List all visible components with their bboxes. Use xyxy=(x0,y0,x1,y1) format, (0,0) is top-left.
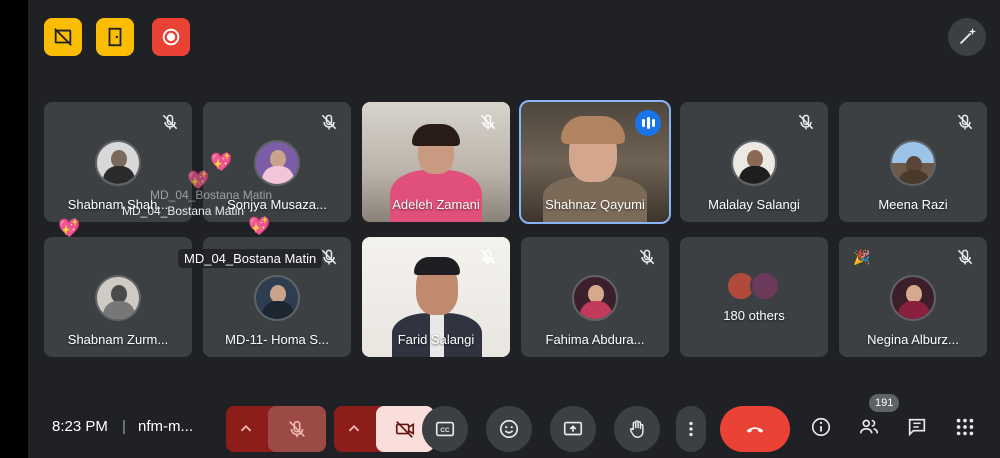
others-avatars xyxy=(726,271,782,301)
participant-tile[interactable]: Shabnam Zurm... xyxy=(44,237,192,357)
chat-button[interactable] xyxy=(902,412,932,442)
participant-tile[interactable]: Meena Razi xyxy=(839,102,987,222)
avatar xyxy=(890,140,936,186)
heart-reaction-icon: 💖 xyxy=(248,216,271,236)
divider: | xyxy=(122,418,126,435)
apps-grid-icon xyxy=(956,418,974,436)
heart-reaction-icon: 💖 xyxy=(58,218,81,238)
bottom-bar: 8:23 PM | nfm-m... CC xyxy=(28,400,1000,458)
participant-tile[interactable]: Malalay Salangi xyxy=(680,102,828,222)
chat-icon xyxy=(908,418,926,437)
camera-control[interactable] xyxy=(334,406,434,452)
closed-captions-icon: CC xyxy=(435,421,455,437)
activities-button[interactable] xyxy=(950,412,980,442)
video-hair xyxy=(414,257,460,275)
others-tile[interactable]: 180 others xyxy=(680,237,828,357)
avatar xyxy=(95,275,141,321)
video-hair xyxy=(561,116,625,144)
camera-off-icon xyxy=(395,421,415,438)
magic-wand-icon xyxy=(959,27,977,45)
audio-options-button[interactable] xyxy=(226,406,266,452)
avatar xyxy=(95,140,141,186)
reaction-sender-label: MD_04_Bostana Matin xyxy=(178,249,323,268)
mic-off-icon xyxy=(480,114,496,130)
mic-off-icon xyxy=(321,114,337,130)
video-options-button[interactable] xyxy=(334,406,374,452)
people-count-badge: 191 xyxy=(869,394,900,412)
video-hair xyxy=(412,124,460,146)
leave-call-button[interactable] xyxy=(720,406,790,452)
leave-door-icon xyxy=(108,27,122,47)
people-button[interactable] xyxy=(854,412,884,442)
participant-name: Fahima Abdura... xyxy=(545,332,645,347)
participant-name: Farid Salangi xyxy=(397,332,475,347)
captions-button[interactable]: CC xyxy=(422,406,468,452)
participant-tile[interactable]: Fahima Abdura... xyxy=(521,237,669,357)
chat-locked-button[interactable] xyxy=(44,18,82,56)
chevron-up-icon xyxy=(348,424,360,432)
effects-button[interactable] xyxy=(948,18,986,56)
avatar xyxy=(254,275,300,321)
svg-text:CC: CC xyxy=(440,427,450,434)
record-icon xyxy=(162,28,180,46)
participant-name: Adeleh Zamani xyxy=(392,197,480,212)
participant-name: Negina Alburz... xyxy=(867,332,959,347)
mic-off-icon xyxy=(289,420,305,438)
participant-tile-speaking[interactable]: Shahnaz Qayumi xyxy=(519,100,671,224)
avatar xyxy=(254,140,300,186)
participant-name: Malalay Salangi xyxy=(708,197,800,212)
video-person xyxy=(390,170,482,222)
meet-window: Shabnam Shah... Sonjya Musaza... Adeleh … xyxy=(28,0,1000,458)
mic-off-icon xyxy=(957,249,973,265)
avatar xyxy=(890,275,936,321)
participant-tile[interactable]: Farid Salangi xyxy=(362,237,510,357)
info-icon xyxy=(811,417,831,437)
reaction-name-label: MD_04_Bostana Matin xyxy=(122,204,245,218)
speaking-indicator-icon xyxy=(635,110,661,136)
participant-name: Meena Razi xyxy=(878,197,948,212)
participant-name: Shahnaz Qayumi xyxy=(545,197,645,212)
host-lock-button[interactable] xyxy=(96,18,134,56)
people-icon xyxy=(859,419,879,434)
participant-tile[interactable]: Adeleh Zamani xyxy=(362,102,510,222)
microphone-control[interactable] xyxy=(226,406,326,452)
avatar xyxy=(750,271,780,301)
reactions-button[interactable] xyxy=(486,406,532,452)
more-vert-icon xyxy=(689,421,693,437)
meeting-details-button[interactable] xyxy=(806,412,836,442)
others-count: 180 others xyxy=(723,308,785,323)
mic-off-icon xyxy=(957,114,973,130)
meeting-code[interactable]: nfm-m... xyxy=(138,418,193,435)
mic-off-icon xyxy=(162,114,178,130)
present-screen-button[interactable] xyxy=(550,406,596,452)
heart-reaction-icon: 💖 xyxy=(210,152,233,172)
avatar xyxy=(572,275,618,321)
avatar xyxy=(731,140,777,186)
hand-icon xyxy=(629,420,644,438)
mic-off-icon xyxy=(639,249,655,265)
raise-hand-button[interactable] xyxy=(614,406,660,452)
present-screen-icon xyxy=(563,421,583,436)
mic-off-icon xyxy=(480,249,496,265)
reaction-name-label: MD_04_Bostana Matin xyxy=(150,188,273,202)
mic-off-icon xyxy=(798,114,814,130)
raised-reaction-icon: 🎉 xyxy=(853,249,871,265)
chevron-up-icon xyxy=(240,424,252,432)
end-call-icon xyxy=(746,427,764,433)
participant-name: MD-11- Homa S... xyxy=(225,332,329,347)
more-options-button[interactable] xyxy=(676,406,706,452)
meeting-time: 8:23 PM xyxy=(52,418,108,435)
participant-name: Shabnam Zurm... xyxy=(67,332,169,347)
mic-toggle-button[interactable] xyxy=(268,406,326,452)
emoji-icon xyxy=(499,419,519,439)
participant-tile[interactable]: 🎉 Negina Alburz... xyxy=(839,237,987,357)
recording-indicator[interactable] xyxy=(152,18,190,56)
no-chat-icon xyxy=(54,28,72,46)
